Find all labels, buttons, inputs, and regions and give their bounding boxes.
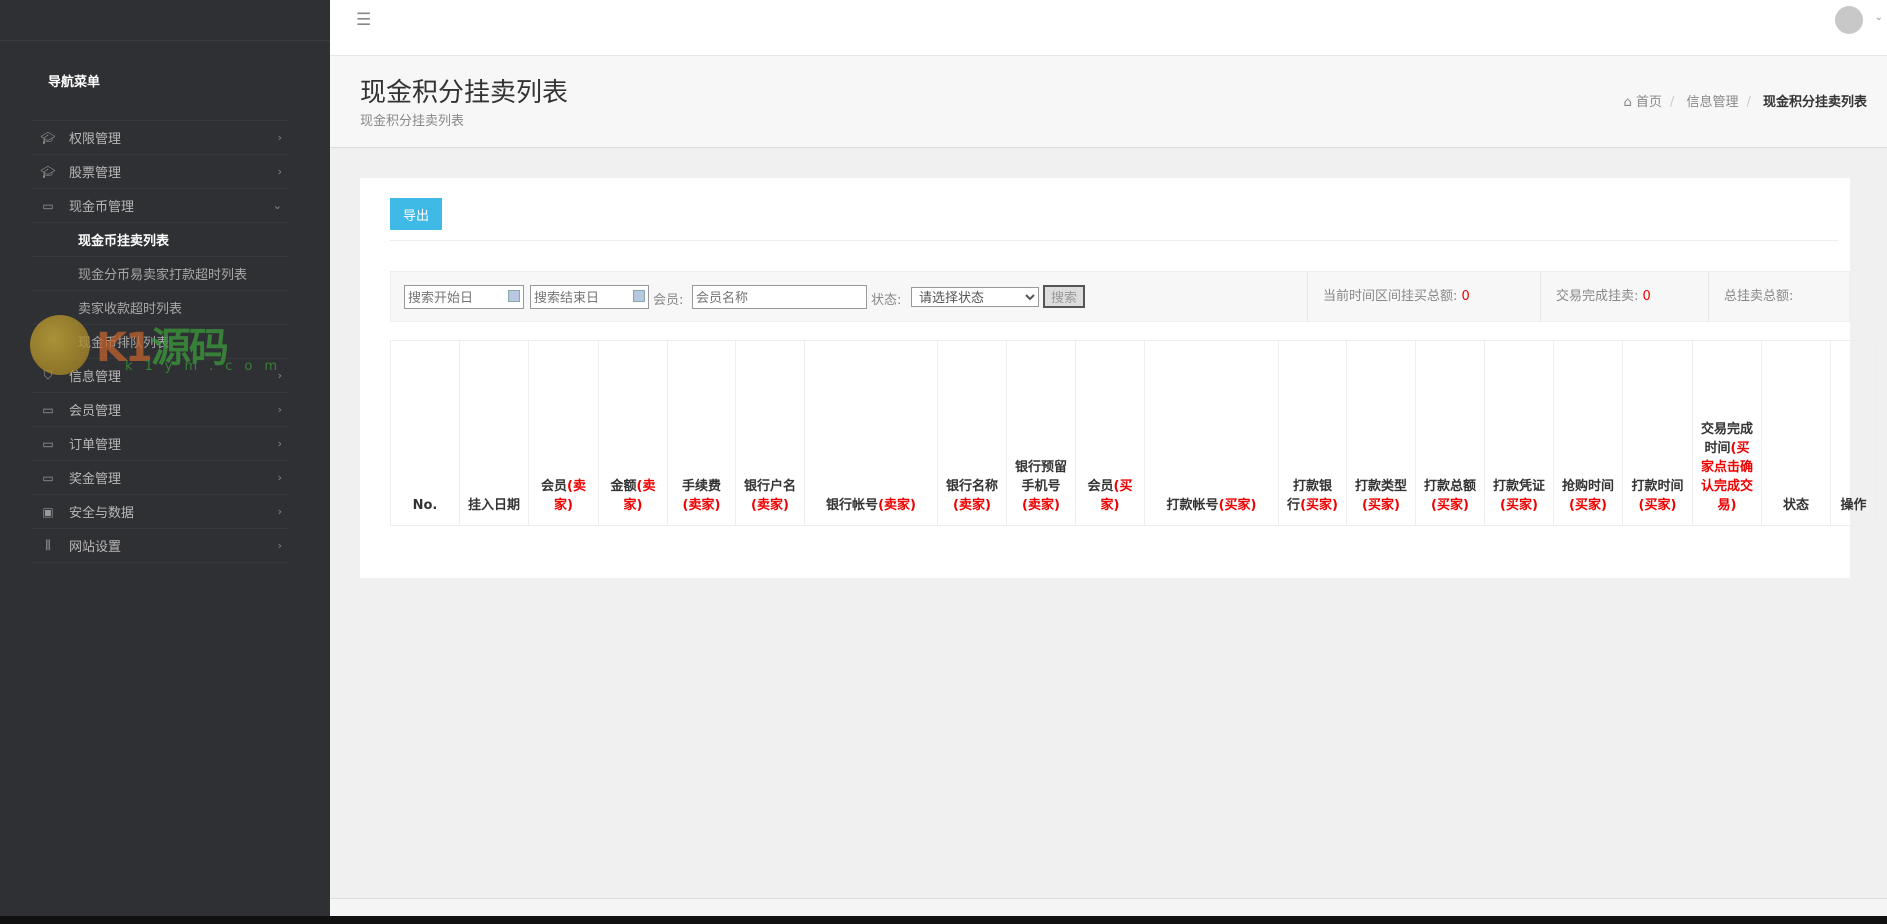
graduation-cap-icon: 🎓︎ [40, 130, 56, 145]
sidebar-subitem-label: 现金币挂卖列表 [78, 234, 170, 249]
graduation-cap-icon: 🎓︎ [40, 164, 56, 179]
calendar-icon[interactable] [508, 290, 520, 302]
chevron-right-icon: › [277, 539, 282, 552]
sidebar-item[interactable]: ▭ 会员管理 › [32, 393, 288, 427]
monitor-icon: ▭ [42, 402, 54, 417]
breadcrumb-home[interactable]: 首页 [1636, 95, 1662, 110]
divider [390, 240, 1838, 241]
sidebar-top [0, 0, 330, 41]
sidebar-subitem[interactable]: 现金币挂卖列表 [32, 223, 288, 257]
status-label: 状态: [871, 293, 902, 308]
chevron-right-icon: › [277, 369, 282, 382]
monitor-icon: ▭ [42, 470, 54, 485]
column-header: 抢购时间(买家) [1553, 340, 1623, 526]
monitor-icon: ▭ [42, 436, 54, 451]
stat-completed: 交易完成挂卖: 0 [1540, 272, 1708, 321]
column-header: 打款总额(买家) [1415, 340, 1485, 526]
breadcrumb-info[interactable]: 信息管理 [1686, 95, 1738, 110]
member-input[interactable] [692, 285, 867, 309]
column-header: 会员(买家) [1075, 340, 1145, 526]
sidebar-subitem-label: 现金币排队列表 [78, 336, 170, 351]
column-header: 银行帐号(卖家) [804, 340, 938, 526]
column-header: 银行户名(卖家) [735, 340, 805, 526]
column-header: 金额(卖家) [598, 340, 668, 526]
sidebar-menu: 🎓︎ 权限管理 › 🎓︎ 股票管理 › ▭ 现金币管理 ⌄ 现金币挂卖列表现金分币易卖家打款超时列… [32, 120, 288, 563]
column-header: 银行名称(卖家) [937, 340, 1007, 526]
end-date-input[interactable] [530, 285, 649, 309]
column-header: 打款银行(买家) [1278, 340, 1347, 526]
avatar[interactable] [1835, 6, 1863, 34]
sidebar-subitem-label: 现金分币易卖家打款超时列表 [78, 268, 248, 283]
chevron-right-icon: › [277, 403, 282, 416]
status-select[interactable]: 请选择状态 [911, 287, 1039, 307]
column-header: 操作 [1830, 340, 1877, 526]
chevron-right-icon: › [277, 131, 282, 144]
sidebar-subitem[interactable]: 现金分币易卖家打款超时列表 [32, 257, 288, 291]
sidebar-item-label: 会员管理 [69, 404, 122, 419]
calendar-icon[interactable] [633, 290, 645, 302]
sidebar-item-label: 股票管理 [69, 166, 122, 181]
sidebar-item[interactable]: ▭ 奖金管理 › [32, 461, 288, 495]
chevron-right-icon: › [277, 505, 282, 518]
sidebar-item[interactable]: ▣ 安全与数据 › [32, 495, 288, 529]
sidebar-item[interactable]: 🎓︎ 权限管理 › [32, 121, 288, 155]
sidebar-item-label: 权限管理 [69, 132, 122, 147]
filter-bar: 会员: 状态: 请选择状态 搜索 当前时间区间挂买总额: 0 交易完成挂卖: 0… [390, 271, 1850, 322]
stat-sell-total: 总挂卖总额: [1708, 272, 1849, 321]
column-header: 挂入日期 [459, 340, 529, 526]
page-title: 现金积分挂卖列表 [360, 78, 569, 108]
wallet-icon: ▣ [42, 504, 54, 519]
column-header: 状态 [1761, 340, 1831, 526]
export-button[interactable]: 导出 [390, 198, 442, 230]
column-header: 交易完成时间(买家点击确认完成交易) [1692, 340, 1762, 526]
column-header: No. [390, 340, 460, 526]
sidebar-item-label: 安全与数据 [69, 506, 135, 521]
member-label: 会员: [653, 293, 684, 308]
top-bar: ☰ ⌄ [330, 0, 1887, 56]
search-button[interactable]: 搜索 [1043, 285, 1085, 308]
column-header: 会员(卖家) [528, 340, 599, 526]
sidebar-subitem[interactable]: 卖家收款超时列表 [32, 291, 288, 325]
content-box: 导出 会员: 状态: 请选择状态 搜索 当前时间区间挂买总额: 0 交易完成挂卖… [360, 178, 1877, 578]
sidebar-item-label: 信息管理 [69, 370, 122, 385]
home-icon: ⌂ [1623, 95, 1632, 110]
sidebar: 导航菜单 🎓︎ 权限管理 › 🎓︎ 股票管理 › ▭ 现金币管理 ⌄ 现金币挂卖列表现金分币易卖家… [0, 0, 330, 924]
sliders-icon: ⫼ [45, 538, 51, 552]
sidebar-item-label: 奖金管理 [69, 472, 122, 487]
sell-list-table: No. 挂入日期 会员(卖家) 金额(卖家) 手续费(卖家) 银行户名(卖家) 银行帐号(卖… [390, 340, 1877, 526]
chevron-right-icon: › [277, 471, 282, 484]
sidebar-item[interactable]: 🎓︎ 股票管理 › [32, 155, 288, 189]
page-header: 现金积分挂卖列表 现金积分挂卖列表 ⌂ 首页 / 信息管理 / 现金积分挂卖列表 [330, 56, 1887, 148]
column-header: 手续费(卖家) [667, 340, 736, 526]
sidebar-item-label: 现金币管理 [69, 200, 135, 215]
sidebar-item-label: 网站设置 [69, 540, 122, 555]
breadcrumb-current: 现金积分挂卖列表 [1762, 95, 1867, 110]
column-header: 银行预留手机号(卖家) [1006, 340, 1076, 526]
sidebar-item-label: 订单管理 [69, 438, 122, 453]
nav-title: 导航菜单 [48, 75, 101, 90]
footer [330, 898, 1887, 916]
shirt-icon: ⛉ [43, 368, 53, 382]
start-date-input[interactable] [404, 285, 524, 309]
column-header: 打款凭证(买家) [1484, 340, 1554, 526]
sidebar-subitem[interactable]: 现金币排队列表 [32, 325, 288, 359]
chevron-right-icon: › [277, 165, 282, 178]
stat-buy-total: 当前时间区间挂买总额: 0 [1307, 272, 1540, 321]
chevron-down-icon[interactable]: ⌄ [1875, 12, 1883, 23]
column-header: 打款类型(买家) [1346, 340, 1416, 526]
column-header: 打款帐号(买家) [1144, 340, 1279, 526]
sidebar-item[interactable]: ▭ 现金币管理 ⌄ [32, 189, 288, 223]
column-header: 打款时间(买家) [1622, 340, 1693, 526]
sidebar-item[interactable]: ▭ 订单管理 › [32, 427, 288, 461]
tag-icon: ▭ [42, 198, 54, 213]
sidebar-item[interactable]: ⛉ 信息管理 › [32, 359, 288, 393]
sidebar-item[interactable]: ⫼ 网站设置 › [32, 529, 288, 563]
breadcrumb: ⌂ 首页 / 信息管理 / 现金积分挂卖列表 [1623, 95, 1867, 110]
sidebar-subitem-label: 卖家收款超时列表 [78, 302, 183, 317]
chevron-down-icon: ⌄ [272, 199, 282, 212]
page-subtitle: 现金积分挂卖列表 [360, 114, 465, 129]
chevron-right-icon: › [277, 437, 282, 450]
menu-toggle-icon[interactable]: ☰ [356, 10, 371, 30]
